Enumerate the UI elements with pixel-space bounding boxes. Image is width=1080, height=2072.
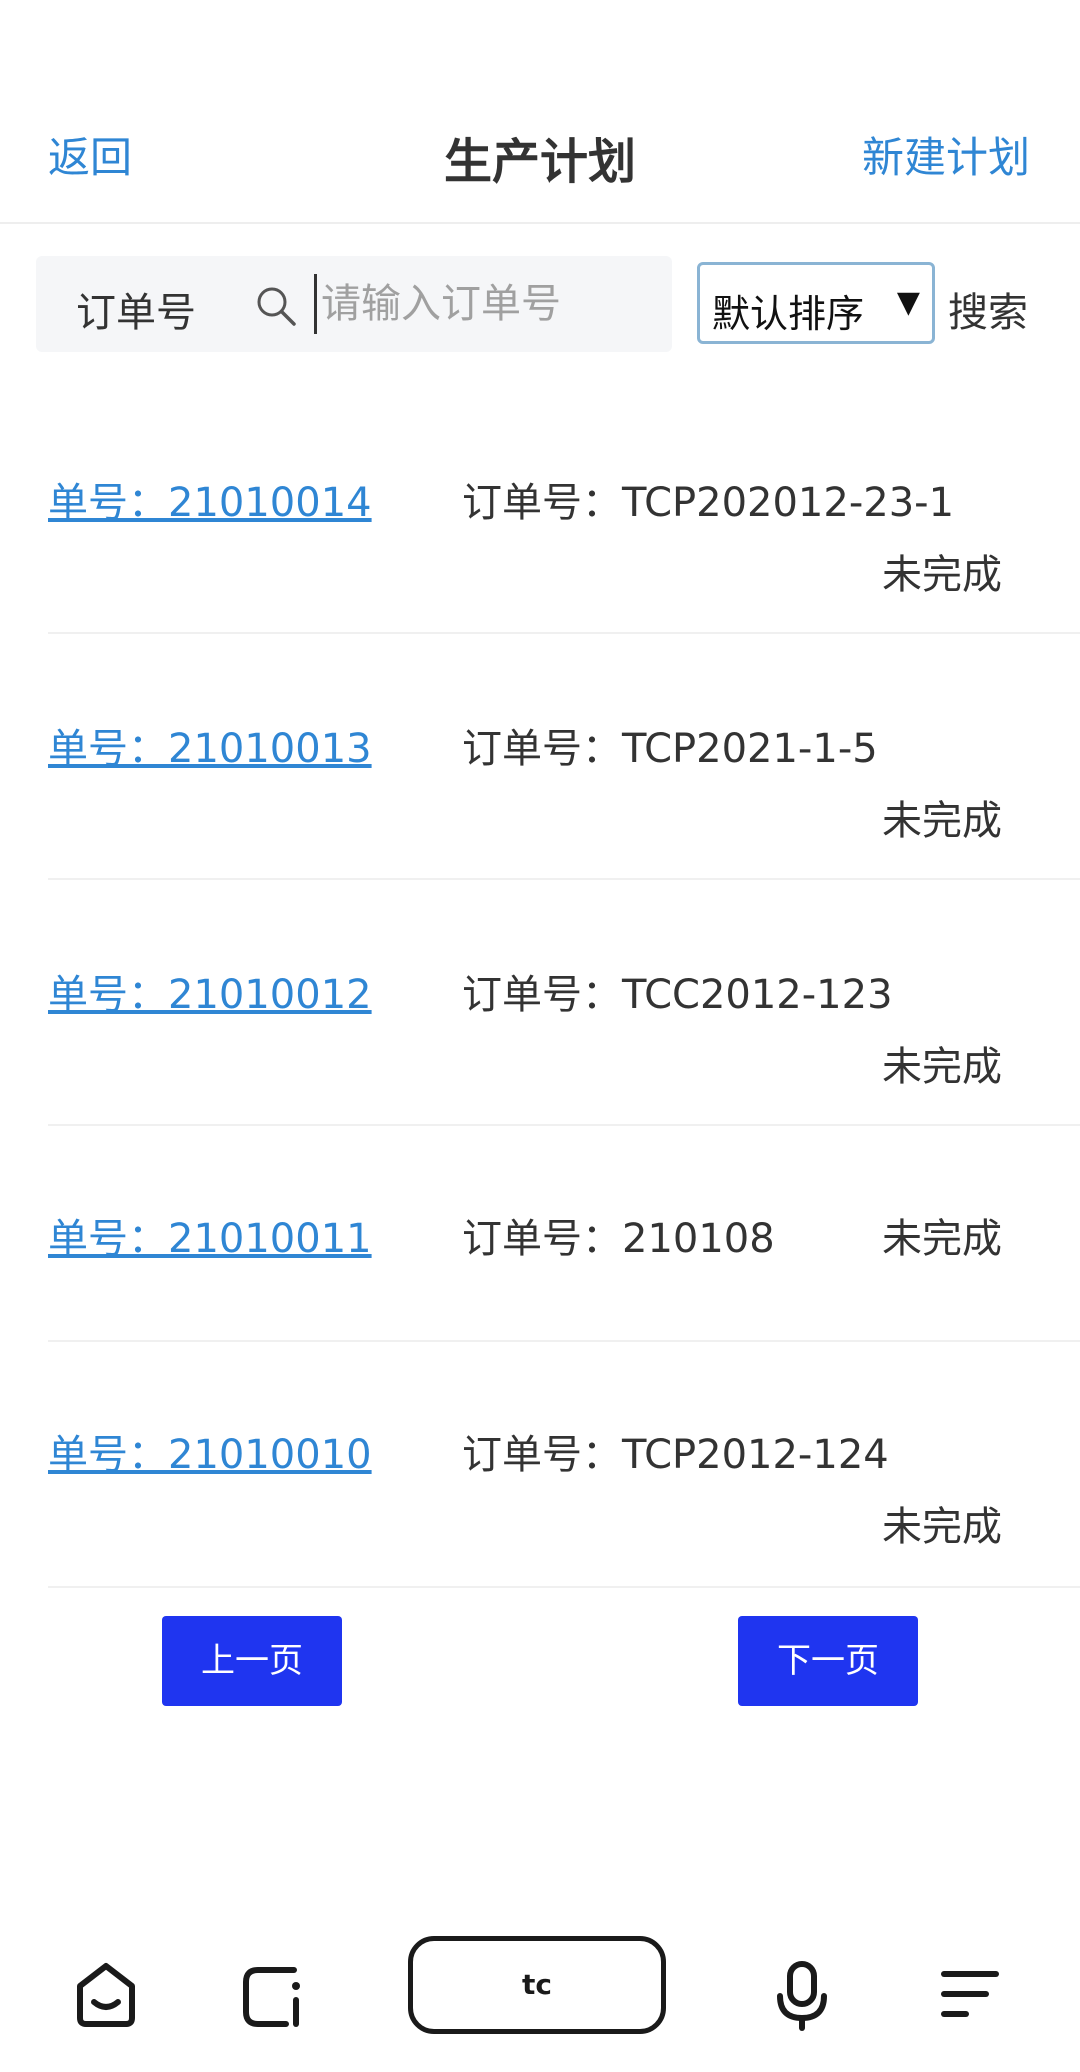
status-text: 未完成: [882, 1216, 1002, 1262]
list-item: 单号：21010012 订单号：TCC2012-123 未完成: [48, 880, 1080, 1126]
system-navbar: tc: [0, 1900, 1080, 2072]
microphone-icon[interactable]: [762, 1954, 842, 2034]
order-number: 订单号：210108: [462, 1216, 775, 1262]
next-page-button[interactable]: 下一页: [738, 1616, 918, 1706]
plan-list: 单号：21010014 订单号：TCP202012-23-1 未完成 单号：21…: [48, 386, 1080, 1588]
prev-page-button[interactable]: 上一页: [162, 1616, 342, 1706]
dropdown-arrow-icon: ▼: [896, 285, 920, 320]
plan-id-link[interactable]: 单号：21010010: [48, 1422, 372, 1480]
plan-id-link[interactable]: 单号：21010013: [48, 716, 372, 774]
status-text: 未完成: [882, 1044, 1002, 1090]
new-plan-link[interactable]: 新建计划: [862, 124, 1030, 185]
search-input[interactable]: [314, 274, 654, 334]
status-text: 未完成: [882, 798, 1002, 844]
sort-select[interactable]: 默认排序 ▼: [697, 262, 935, 344]
recent-apps-icon[interactable]: [234, 1954, 314, 2034]
order-number: 订单号：TCP2012-124: [462, 1432, 889, 1478]
search-button[interactable]: 搜索: [948, 280, 1028, 338]
search-icon: [257, 287, 296, 326]
list-item: 单号：21010010 订单号：TCP2012-124 未完成: [48, 1342, 1080, 1588]
list-item: 单号：21010014 订单号：TCP202012-23-1 未完成: [48, 386, 1080, 634]
plan-id-link[interactable]: 单号：21010012: [48, 962, 372, 1020]
status-text: 未完成: [882, 1504, 1002, 1550]
menu-icon[interactable]: [930, 1954, 1010, 2034]
plan-id-link[interactable]: 单号：21010011: [48, 1206, 372, 1264]
search-label: 订单号: [76, 290, 196, 336]
list-item: 单号：21010011 订单号：210108 未完成: [48, 1126, 1080, 1342]
navbar-center-pill[interactable]: tc: [408, 1936, 666, 2034]
home-icon[interactable]: [66, 1954, 146, 2034]
search-bar: 订单号: [36, 256, 672, 352]
sort-selected-value: 默认排序: [712, 292, 865, 336]
top-header: 返回 生产计划 新建计划: [0, 0, 1080, 224]
list-item: 单号：21010013 订单号：TCP2021-1-5 未完成: [48, 634, 1080, 880]
order-number: 订单号：TCP2021-1-5: [462, 726, 878, 772]
status-text: 未完成: [882, 552, 1002, 598]
order-number: 订单号：TCP202012-23-1: [462, 480, 955, 526]
order-number: 订单号：TCC2012-123: [462, 972, 893, 1018]
plan-id-link[interactable]: 单号：21010014: [48, 470, 372, 528]
